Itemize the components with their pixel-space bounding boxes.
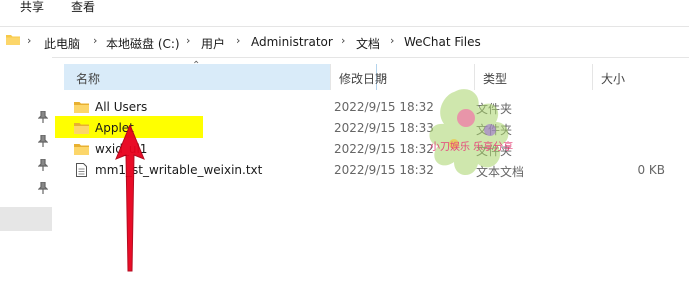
folder-icon (74, 123, 89, 134)
ribbon-tabs: 共享 查看 (0, 0, 689, 18)
breadcrumb-this-pc[interactable]: 此电脑 (44, 35, 80, 52)
tab-view[interactable]: 查看 (71, 0, 95, 14)
nav-selected-item[interactable] (0, 207, 52, 231)
file-date: 2022/9/15 18:32 (334, 142, 434, 156)
pin-icon[interactable] (38, 159, 48, 171)
pin-icon[interactable] (38, 182, 48, 194)
file-name: All Users (95, 100, 148, 114)
chevron-right-icon: › (93, 34, 98, 47)
list-item[interactable]: wxid_ul1 2022/9/15 18:32 文件夹 (64, 139, 689, 160)
navigation-pane[interactable] (0, 57, 52, 305)
pin-icon[interactable] (38, 111, 48, 123)
list-item[interactable]: All Users 2022/9/15 18:32 文件夹 (64, 97, 689, 118)
chevron-right-icon: › (390, 34, 395, 47)
column-header-size[interactable]: 大小 (592, 64, 689, 90)
sort-up-icon: ⌃ (192, 60, 201, 71)
watermark-logo: 小刀娱乐 乐享分享 (429, 89, 513, 176)
folder-icon (74, 144, 89, 155)
chevron-right-icon: › (27, 34, 32, 47)
column-label-size: 大小 (601, 72, 626, 86)
file-date: 2022/9/15 18:33 (334, 121, 434, 135)
file-size: 0 KB (637, 163, 665, 177)
file-date: 2022/9/15 18:32 (334, 163, 434, 177)
text-file-icon (76, 163, 87, 177)
breadcrumb-documents[interactable]: 文档 (356, 35, 380, 52)
column-label-name: 名称 (76, 72, 101, 86)
chevron-right-icon: › (341, 34, 346, 47)
breadcrumb-wechat-files[interactable]: WeChat Files (404, 35, 481, 49)
breadcrumb-administrator[interactable]: Administrator (251, 35, 333, 49)
breadcrumb-local-disk[interactable]: 本地磁盘 (C:) (106, 35, 180, 52)
breadcrumb-users[interactable]: 用户 (201, 35, 225, 52)
watermark-text: 小刀娱乐 乐享分享 (430, 140, 513, 153)
list-item[interactable]: mm1_st_writable_weixin.txt 2022/9/15 18:… (64, 160, 689, 181)
address-bar[interactable]: › 此电脑 › 本地磁盘 (C:) › 用户 › Administrator ›… (0, 26, 689, 58)
pin-icon[interactable] (38, 135, 48, 147)
column-label-date: 修改日期 (339, 72, 388, 86)
red-arrow-annotation (115, 125, 145, 272)
chevron-right-icon: › (186, 34, 191, 47)
folder-icon (74, 102, 89, 113)
tab-share[interactable]: 共享 (20, 0, 44, 14)
column-header-name[interactable]: ⌃ 名称 ⌄ (64, 60, 389, 90)
chevron-right-icon: › (236, 34, 241, 47)
list-item[interactable]: Applet 2022/9/15 18:33 文件夹 (64, 118, 689, 139)
file-date: 2022/9/15 18:32 (334, 100, 434, 114)
folder-icon (6, 35, 20, 45)
